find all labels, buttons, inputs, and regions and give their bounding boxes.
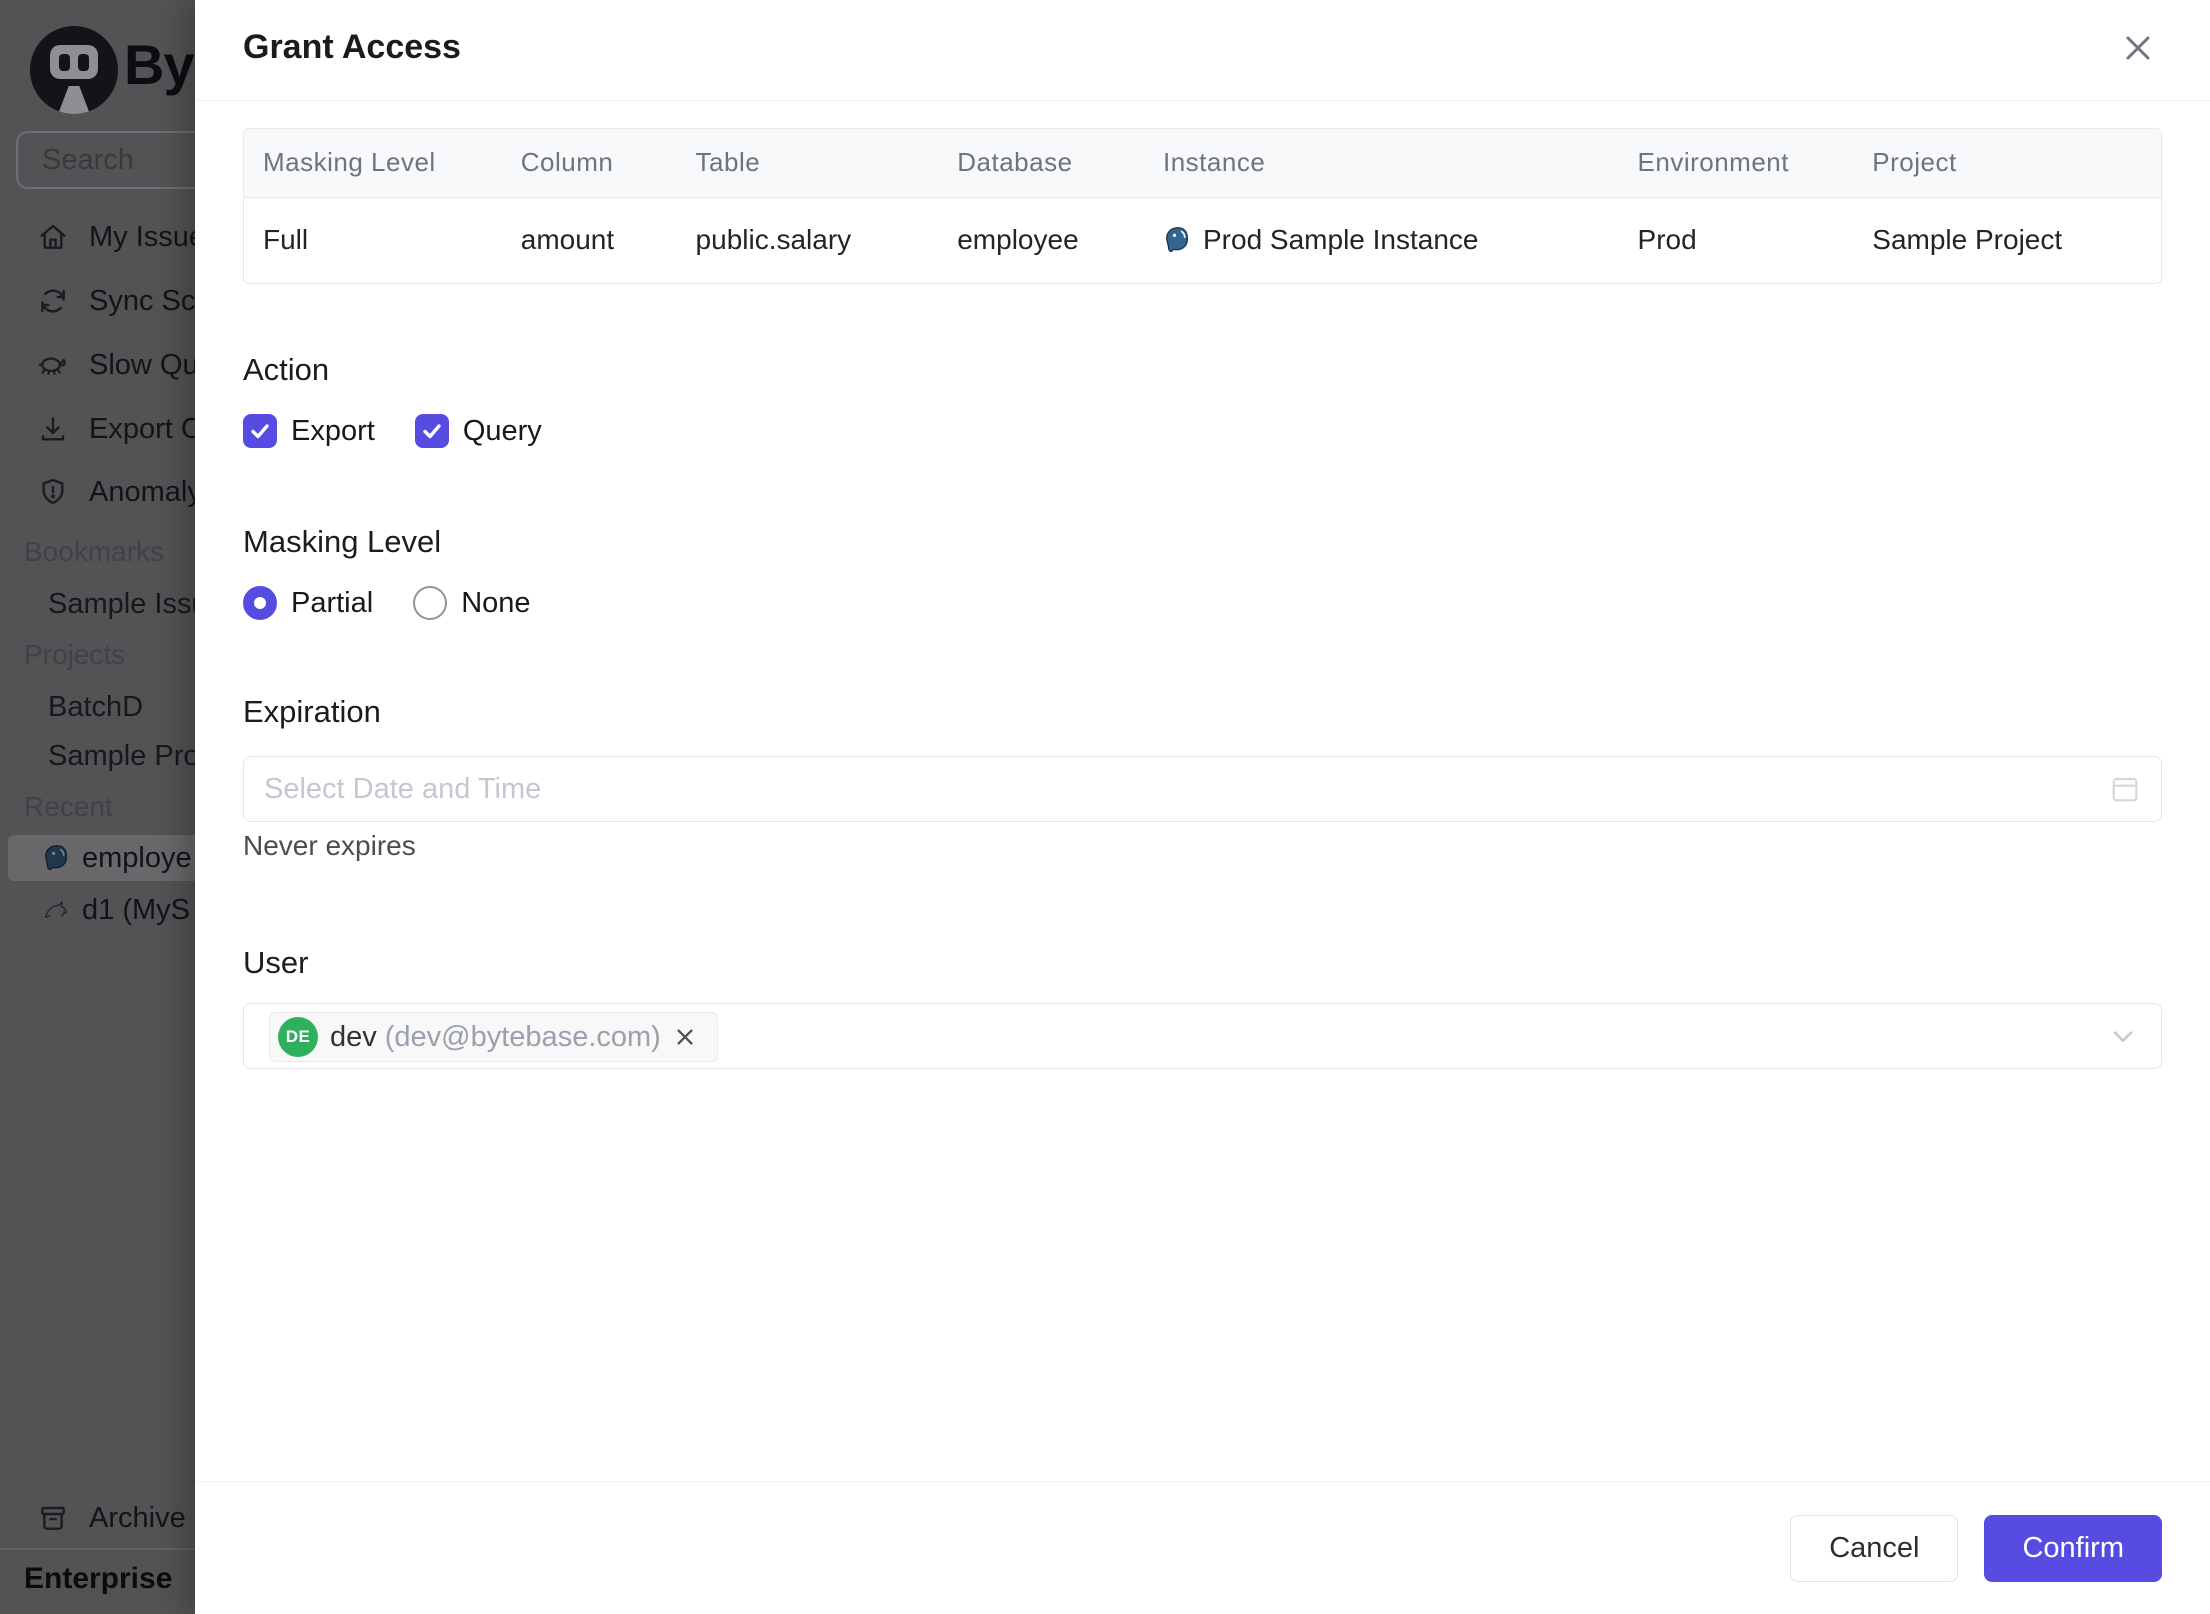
cell-environment: Prod	[1637, 224, 1697, 256]
masking-level-options: Partial None	[243, 586, 571, 620]
sidebar-item-label: Slow Qu	[89, 348, 195, 381]
remove-user-icon[interactable]	[671, 1023, 699, 1051]
brand-text: By	[124, 33, 195, 96]
col-header-environment: Environment	[1637, 147, 1789, 178]
instance-name: Prod Sample Instance	[1203, 224, 1479, 256]
expiration-heading: Expiration	[243, 694, 381, 729]
sidebar: By My Issue Sync Sc Slow Qu Ex	[0, 0, 195, 1614]
col-header-table: Table	[695, 147, 761, 178]
sidebar-item-label: Archive	[89, 1501, 186, 1534]
col-header-instance: Instance	[1163, 147, 1266, 178]
download-icon	[37, 413, 69, 445]
table-header-row: Masking Level Column Table Database Inst…	[244, 129, 2161, 197]
sidebar-item-label: My Issue	[89, 220, 195, 253]
sidebar-item-sample-project[interactable]: Sample Pro	[48, 740, 195, 773]
modal-footer: Cancel Confirm	[195, 1481, 2210, 1614]
checkbox-checked-icon[interactable]	[414, 414, 449, 448]
table-row: Full amount public.salary employee Prod …	[244, 197, 2161, 283]
action-heading: Action	[243, 352, 330, 387]
bytebase-logo-icon	[30, 26, 118, 114]
search-input[interactable]	[18, 133, 195, 187]
user-name: dev	[330, 1020, 377, 1053]
sidebar-item-archive[interactable]: Archive	[0, 1486, 195, 1550]
cell-masking-level: Full	[263, 224, 309, 256]
grant-access-modal: Grant Access Masking Level Column Table …	[195, 0, 2210, 1614]
masking-summary-table: Masking Level Column Table Database Inst…	[243, 128, 2162, 284]
col-header-column: Column	[520, 147, 614, 178]
modal-title: Grant Access	[243, 28, 461, 66]
shield-icon	[37, 476, 69, 508]
expiration-datetime-field[interactable]	[243, 756, 2162, 822]
radio-selected-icon[interactable]	[243, 586, 277, 620]
sidebar-divider	[0, 1548, 195, 1550]
sidebar-item-label: Export C	[89, 412, 195, 445]
col-header-masking-level: Masking Level	[263, 147, 436, 178]
modal-header: Grant Access	[195, 0, 2210, 101]
sidebar-item-label: Sync Sc	[89, 284, 195, 317]
cell-column: amount	[520, 224, 615, 256]
user-heading: User	[243, 945, 309, 980]
sidebar-item-label: employe	[82, 841, 192, 874]
sidebar-item-d1-mysql-db[interactable]: d1 (MyS	[8, 887, 195, 933]
postgresql-icon	[1163, 225, 1193, 255]
sidebar-item-slow-query[interactable]: Slow Qu	[0, 333, 195, 397]
checkbox-label: Query	[462, 414, 542, 447]
radio-unselected-icon[interactable]	[413, 586, 448, 620]
user-tag: DE dev (dev@bytebase.com)	[269, 1012, 718, 1062]
close-icon[interactable]	[2118, 28, 2158, 68]
col-header-project: Project	[1872, 147, 1957, 178]
sidebar-item-anomalies[interactable]: Anomaly	[0, 460, 195, 524]
sync-icon	[37, 285, 69, 317]
cancel-button[interactable]: Cancel	[1790, 1514, 1959, 1582]
sidebar-item-label: Anomaly	[89, 475, 195, 508]
section-label-recent: Recent	[24, 791, 113, 822]
radio-label: Partial	[291, 586, 374, 619]
archive-box-icon	[37, 1502, 69, 1534]
expiration-note: Never expires	[243, 830, 416, 861]
sidebar-item-export-center[interactable]: Export C	[0, 397, 195, 461]
action-options: Export Query	[243, 414, 582, 448]
mysql-icon	[42, 895, 72, 925]
calendar-icon[interactable]	[2109, 773, 2141, 805]
sidebar-item-sample-issue[interactable]: Sample Issu	[48, 588, 195, 621]
user-email: (dev@bytebase.com)	[384, 1020, 661, 1053]
plan-badge: Enterprise	[24, 1562, 173, 1595]
postgresql-icon	[42, 843, 72, 873]
cell-table: public.salary	[695, 224, 852, 256]
app-screen: By My Issue Sync Sc Slow Qu Ex	[0, 0, 2210, 1614]
checkbox-checked-icon[interactable]	[243, 414, 277, 448]
chevron-down-icon[interactable]	[2107, 1020, 2139, 1052]
col-header-database: Database	[957, 147, 1073, 178]
checkbox-label: Export	[291, 414, 375, 447]
cell-project: Sample Project	[1872, 224, 2063, 256]
section-label-bookmarks: Bookmarks	[24, 536, 165, 567]
user-select[interactable]: DE dev (dev@bytebase.com)	[243, 1003, 2162, 1069]
home-icon	[37, 221, 69, 253]
radio-partial[interactable]: Partial	[243, 586, 373, 620]
search-box[interactable]	[16, 131, 195, 189]
sidebar-item-label: d1 (MyS	[82, 893, 190, 926]
radio-label: None	[461, 586, 531, 619]
checkbox-export[interactable]: Export	[243, 414, 375, 448]
radio-none[interactable]: None	[413, 586, 531, 620]
sidebar-item-batchd-project[interactable]: BatchD	[48, 691, 143, 724]
avatar: DE	[278, 1017, 318, 1057]
confirm-button[interactable]: Confirm	[1984, 1514, 2162, 1582]
cell-database: employee	[957, 224, 1079, 256]
checkbox-query[interactable]: Query	[414, 414, 542, 448]
cell-instance: Prod Sample Instance	[1144, 197, 1619, 283]
sidebar-item-sync-schema[interactable]: Sync Sc	[0, 269, 195, 333]
turtle-icon	[37, 349, 69, 381]
masking-level-heading: Masking Level	[243, 524, 442, 559]
expiration-datetime-input[interactable]	[244, 757, 2161, 821]
sidebar-item-my-issues[interactable]: My Issue	[0, 205, 195, 269]
section-label-projects: Projects	[24, 639, 126, 670]
sidebar-item-employee-db[interactable]: employe	[8, 835, 195, 881]
